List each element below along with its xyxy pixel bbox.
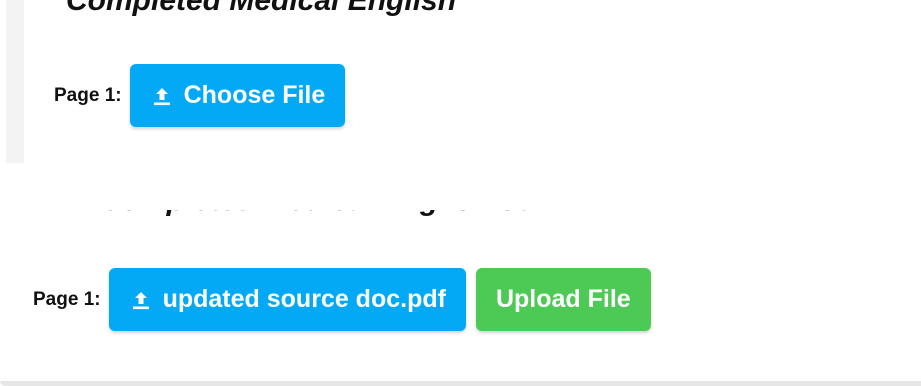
panel-bottom-border [0, 381, 921, 386]
upload-file-button[interactable]: Upload File [475, 268, 651, 331]
upload-file-label: Upload File [495, 285, 631, 313]
section-heading-text: Completed Medical English Survey [100, 210, 560, 218]
page-label: Page 1: [54, 84, 122, 106]
section-heading-clipped: Completed Medical English Survey [100, 210, 560, 226]
choose-file-button[interactable]: Choose File [129, 64, 346, 127]
screenshot-composite: Completed Medical English Page 1: Choose… [0, 0, 921, 386]
section-heading-clipped: Completed Medical English [66, 0, 546, 20]
page-upload-row: Page 1: updated source doc.pdf Upload Fi… [33, 268, 651, 331]
page-upload-row: Page 1: Choose File [54, 64, 346, 127]
page-label: Page 1: [33, 288, 101, 310]
upload-icon [132, 291, 149, 309]
upload-icon [153, 87, 170, 105]
selected-file-name: updated source doc.pdf [162, 285, 446, 313]
file-upload-panel-before: Completed Medical English Page 1: Choose… [6, 0, 526, 163]
selected-file-button[interactable]: updated source doc.pdf [108, 268, 466, 331]
section-heading-text: Completed Medical English [66, 0, 457, 17]
choose-file-label: Choose File [183, 81, 326, 109]
